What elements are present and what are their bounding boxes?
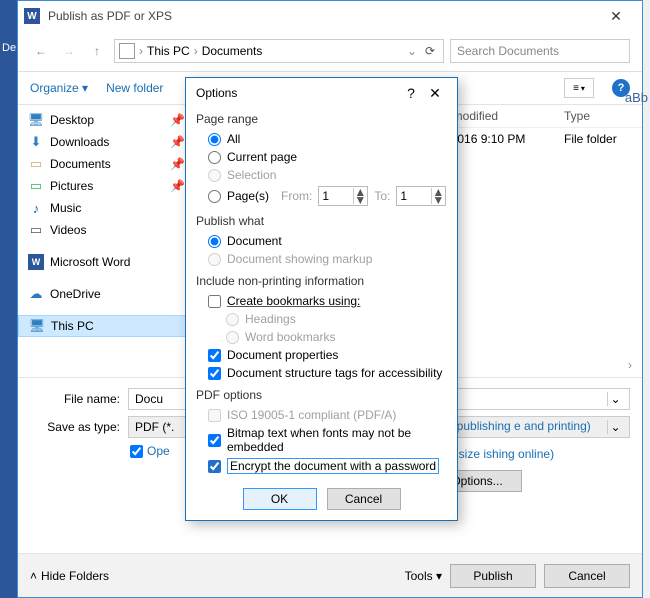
save-as-type-label: Save as type: (30, 420, 120, 434)
downloads-icon: ⬇ (28, 134, 44, 150)
create-bookmarks-checkbox[interactable] (208, 295, 221, 308)
chevron-right-icon: › (139, 44, 143, 58)
onedrive-icon: ☁ (28, 286, 44, 302)
open-after-publish-checkbox[interactable] (130, 445, 143, 458)
cancel-button[interactable]: Cancel (544, 564, 630, 588)
sidebar-item-videos[interactable]: ▭Videos (18, 219, 192, 241)
titlebar: W Publish as PDF or XPS ✕ (18, 1, 642, 31)
view-options-button[interactable]: ≡▾ (564, 78, 594, 98)
close-icon[interactable]: ✕ (596, 8, 636, 25)
breadcrumb[interactable]: › This PC › Documents ⌄ ⟳ (114, 39, 444, 63)
publish-button[interactable]: Publish (450, 564, 536, 588)
nonprint-group: Include non-printing information (196, 274, 447, 288)
search-input[interactable]: Search Documents (450, 39, 630, 63)
chevron-down-icon[interactable]: ⌄ (607, 392, 623, 406)
chevron-up-icon: ˄ (30, 569, 37, 583)
file-name-label: File name: (30, 392, 120, 406)
page-range-group: Page range (196, 112, 447, 126)
options-dialog: Options ? ✕ Page range All Current page … (185, 77, 458, 521)
refresh-icon[interactable]: ⟳ (425, 44, 435, 58)
range-all-radio[interactable] (208, 133, 221, 146)
sidebar-item-downloads[interactable]: ⬇Downloads📌 (18, 131, 192, 153)
videos-icon: ▭ (28, 222, 44, 238)
pin-icon: 📌 (170, 135, 182, 149)
bitmap-checkbox[interactable] (208, 434, 221, 447)
range-current-radio[interactable] (208, 151, 221, 164)
pin-icon: 📌 (170, 113, 182, 127)
pictures-icon: ▭ (28, 178, 44, 194)
encrypt-checkbox[interactable] (208, 460, 221, 473)
ok-button[interactable]: OK (243, 488, 317, 510)
breadcrumb-item[interactable]: This PC (147, 44, 190, 58)
column-type[interactable]: Type (564, 109, 634, 123)
close-icon[interactable]: ✕ (423, 85, 447, 102)
page-to-spinbox[interactable]: ▲▼ (396, 186, 446, 206)
doc-structure-checkbox[interactable] (208, 367, 221, 380)
sidebar-item-documents[interactable]: ▭Documents📌 (18, 153, 192, 175)
range-pages-radio[interactable] (208, 190, 221, 203)
open-after-publish-label: Ope (147, 444, 170, 458)
word-icon: W (28, 254, 44, 270)
word-icon: W (24, 8, 40, 24)
documents-icon: ▭ (28, 156, 44, 172)
scroll-right-icon[interactable]: › (628, 358, 632, 372)
thispc-icon: 🖥 (29, 318, 45, 334)
publish-document-radio[interactable] (208, 235, 221, 248)
help-icon[interactable]: ? (399, 85, 423, 101)
quick-access-sidebar: 🖥Desktop📌 ⬇Downloads📌 ▭Documents📌 ▭Pictu… (18, 105, 193, 377)
doc-properties-checkbox[interactable] (208, 349, 221, 362)
music-icon: ♪ (28, 200, 44, 216)
desktop-icon: 🖥 (28, 112, 44, 128)
chevron-down-icon[interactable]: ⌄ (407, 44, 417, 58)
chevron-right-icon: › (194, 44, 198, 58)
range-selection-radio (208, 169, 221, 182)
new-folder-button[interactable]: New folder (106, 81, 163, 95)
options-title: Options (196, 86, 399, 100)
search-placeholder: Search Documents (457, 44, 559, 58)
pin-icon: 📌 (170, 157, 182, 171)
breadcrumb-item[interactable]: Documents (202, 44, 263, 58)
hide-folders-button[interactable]: ˄ Hide Folders (30, 569, 109, 583)
bookmarks-word-radio (226, 331, 239, 344)
folder-icon (119, 43, 135, 59)
page-from-spinbox[interactable]: ▲▼ (318, 186, 368, 206)
bookmarks-headings-radio (226, 313, 239, 326)
pin-icon: 📌 (170, 179, 182, 193)
ribbon-fragment: De (2, 42, 16, 54)
organize-menu[interactable]: Organize ▾ (30, 81, 88, 95)
iso-checkbox (208, 409, 221, 422)
sidebar-item-thispc[interactable]: 🖥This PC (18, 315, 192, 337)
styles-pane-fragment: aBb (625, 90, 648, 105)
publish-markup-radio (208, 253, 221, 266)
encrypt-label: Encrypt the document with a password (227, 458, 439, 474)
up-button[interactable]: ↑ (86, 40, 108, 62)
tools-menu[interactable]: Tools ▾ (405, 569, 442, 583)
publish-what-group: Publish what (196, 214, 447, 228)
pdf-options-group: PDF options (196, 388, 447, 402)
window-title: Publish as PDF or XPS (48, 9, 588, 23)
sidebar-item-pictures[interactable]: ▭Pictures📌 (18, 175, 192, 197)
sidebar-item-desktop[interactable]: 🖥Desktop📌 (18, 109, 192, 131)
cancel-button[interactable]: Cancel (327, 488, 401, 510)
sidebar-item-msword[interactable]: WMicrosoft Word (18, 251, 192, 273)
back-button[interactable]: ← (30, 40, 52, 62)
sidebar-item-onedrive[interactable]: ☁OneDrive (18, 283, 192, 305)
sidebar-item-music[interactable]: ♪Music (18, 197, 192, 219)
forward-button[interactable]: → (58, 40, 80, 62)
